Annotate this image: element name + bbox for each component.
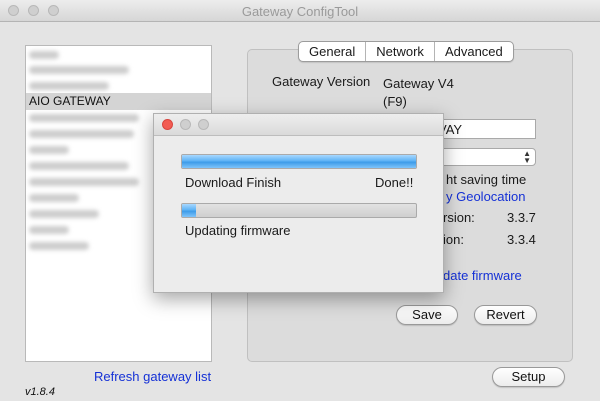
refresh-gateway-list-link[interactable]: Refresh gateway list — [94, 369, 211, 384]
update-firmware-link[interactable]: date firmware — [443, 268, 522, 283]
list-item[interactable] — [26, 77, 211, 94]
revert-button[interactable]: Revert — [474, 305, 537, 325]
geolocation-link[interactable]: y Geolocation — [446, 189, 526, 204]
download-progress-bar — [181, 154, 417, 169]
tab-general[interactable]: General — [299, 42, 365, 61]
update-progress-bar — [181, 203, 417, 218]
app-version: v1.8.4 — [25, 386, 55, 398]
download-done-text: Done!! — [375, 175, 414, 190]
selected-gateway-label: AIO GATEWAY — [29, 94, 111, 108]
dialog-zoom-icon — [198, 119, 209, 130]
gateway-name-field[interactable]: VAY — [432, 119, 536, 139]
list-item-selected[interactable]: AIO GATEWAY — [26, 93, 211, 110]
setup-button[interactable]: Setup — [492, 367, 565, 387]
gateway-version-value: Gateway V4 — [383, 76, 454, 91]
update-status-label: Updating firmware — [185, 223, 291, 238]
tab-advanced[interactable]: Advanced — [433, 42, 513, 61]
version2-label: ion: — [443, 232, 464, 247]
tab-network[interactable]: Network — [365, 42, 434, 61]
version1-value: 3.3.7 — [507, 210, 536, 225]
version1-label: rsion: — [443, 210, 475, 225]
gateway-version-label: Gateway Version — [272, 74, 371, 89]
firmware-progress-dialog: Download Finish Done!! Updating firmware — [153, 113, 444, 293]
version2-value: 3.3.4 — [507, 232, 536, 247]
window-title: Gateway ConfigTool — [241, 4, 359, 19]
select-stepper-icon: ▲ ▼ — [523, 149, 531, 165]
download-progress-fill — [182, 155, 416, 168]
list-item[interactable] — [26, 61, 211, 78]
gateway-version-sub: (F9) — [383, 94, 407, 109]
tab-bar: General Network Advanced — [298, 41, 514, 62]
save-button[interactable]: Save — [396, 305, 458, 325]
daylight-saving-label: ht saving time — [446, 172, 527, 187]
dialog-close-icon[interactable] — [162, 119, 173, 130]
title-bar: Gateway ConfigTool — [0, 0, 600, 22]
dialog-minimize-icon — [180, 119, 191, 130]
download-status-label: Download Finish — [185, 175, 282, 190]
update-progress-fill — [182, 204, 197, 217]
timezone-select[interactable]: ▲ ▼ — [432, 148, 536, 166]
dialog-title-bar — [154, 114, 443, 136]
